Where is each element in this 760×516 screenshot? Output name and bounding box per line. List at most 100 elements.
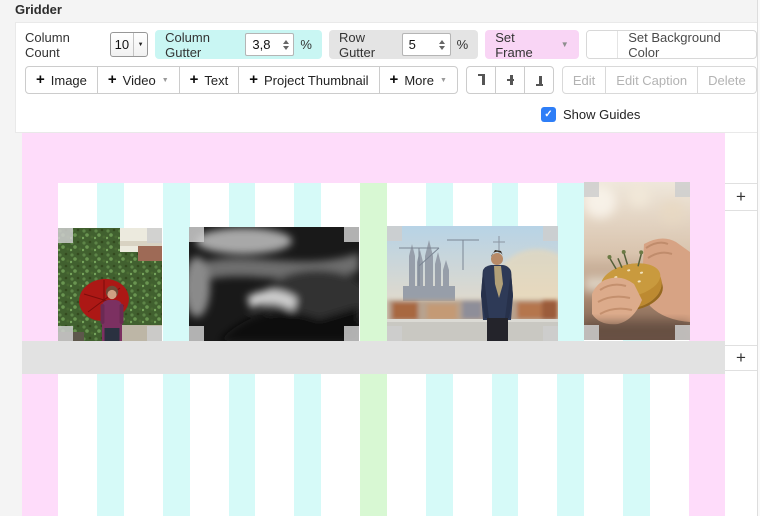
canvas[interactable] <box>22 133 725 516</box>
resize-handle-bl[interactable] <box>58 326 73 341</box>
resize-handle-tl[interactable] <box>189 227 204 242</box>
resize-handle-bl[interactable] <box>189 326 204 341</box>
grid-image-hands-burger[interactable] <box>584 182 690 340</box>
check-icon: ✓ <box>544 109 552 120</box>
add-project-thumbnail-button[interactable]: + Project Thumbnail <box>238 66 379 94</box>
chevron-down-icon: ▼ <box>133 33 147 56</box>
resize-handle-tr[interactable] <box>543 226 558 241</box>
resize-handle-br[interactable] <box>675 325 690 340</box>
add-text-button[interactable]: + Text <box>179 66 240 94</box>
resize-handle-tl[interactable] <box>58 228 73 243</box>
plus-icon: + <box>390 72 399 87</box>
grid-gutter-guide <box>97 374 124 516</box>
add-content-button-group: + Image + Video ▼ + Text + Project Thumb… <box>25 66 458 94</box>
resize-handle-tl[interactable] <box>584 182 599 197</box>
column-gutter-group: Column Gutter % <box>155 30 322 59</box>
add-row-button-2[interactable]: + <box>725 345 757 371</box>
resize-handle-bl[interactable] <box>387 326 402 341</box>
toolbar: Column Count 10 ▼ Column Gutter % Row Gu… <box>15 22 757 133</box>
grid-gutter-guide <box>360 183 387 341</box>
delete-button[interactable]: Delete <box>697 66 757 94</box>
grid-image-car-interior[interactable] <box>189 227 359 341</box>
grid-column-guide <box>321 374 360 516</box>
add-image-label: Image <box>51 73 87 88</box>
row-gutter-input[interactable] <box>402 33 451 56</box>
stepper-down-icon[interactable] <box>283 46 289 50</box>
column-gutter-label: Column Gutter <box>165 30 239 60</box>
column-gutter-field[interactable] <box>246 37 280 52</box>
plus-icon: + <box>736 348 746 368</box>
plus-icon: + <box>249 72 258 87</box>
row-gutter-group: Row Gutter % <box>329 30 478 59</box>
add-project-thumbnail-label: Project Thumbnail <box>264 73 369 88</box>
row-gutter-unit: % <box>457 37 469 52</box>
vertical-align-middle-icon <box>506 73 514 87</box>
resize-handle-br[interactable] <box>147 326 162 341</box>
grid-column-guide <box>584 374 623 516</box>
plus-icon: + <box>190 72 199 87</box>
row-gutter-stepper[interactable] <box>437 34 448 55</box>
edit-button[interactable]: Edit <box>562 66 606 94</box>
row-gutter-field[interactable] <box>403 37 437 52</box>
vertical-align-bottom-button[interactable] <box>524 66 554 94</box>
grid-gutter-guide <box>557 183 584 341</box>
edit-caption-label: Edit Caption <box>616 73 687 88</box>
plus-icon: + <box>736 187 746 207</box>
page-title: Gridder <box>15 2 62 17</box>
grid-row-2-guides <box>22 374 725 516</box>
edit-button-group: Edit Edit Caption Delete <box>562 66 757 94</box>
canvas-right-rail: + + <box>725 133 757 516</box>
resize-handle-br[interactable] <box>344 326 359 341</box>
grid-gutter-guide <box>163 183 190 341</box>
photo-hands-burger <box>584 182 690 340</box>
add-video-button[interactable]: + Video ▼ <box>97 66 180 94</box>
resize-handle-tr[interactable] <box>344 227 359 242</box>
chevron-down-icon: ▼ <box>561 40 569 49</box>
row-gutter-strip[interactable] <box>22 341 725 374</box>
photo-man-rooftop <box>387 226 558 341</box>
edit-caption-button[interactable]: Edit Caption <box>605 66 698 94</box>
show-guides-control: ✓ Show Guides <box>541 107 640 122</box>
show-guides-checkbox[interactable]: ✓ <box>541 107 556 122</box>
row-gutter-label: Row Gutter <box>339 30 396 60</box>
resize-handle-tl[interactable] <box>387 226 402 241</box>
stepper-down-icon[interactable] <box>439 46 445 50</box>
column-gutter-stepper[interactable] <box>280 34 291 55</box>
grid-column-guide <box>124 374 163 516</box>
add-image-button[interactable]: + Image <box>25 66 98 94</box>
vertical-align-middle-button[interactable] <box>495 66 525 94</box>
vertical-align-top-button[interactable] <box>466 66 496 94</box>
resize-handle-tr[interactable] <box>147 228 162 243</box>
photo-woman-red-umbrella <box>58 228 162 341</box>
add-text-label: Text <box>204 73 228 88</box>
add-row-button-1[interactable]: + <box>725 183 757 211</box>
add-more-label: More <box>404 73 434 88</box>
grid-image-woman-red-umbrella[interactable] <box>58 228 162 341</box>
set-background-color-button[interactable]: Set Background Color <box>586 30 757 59</box>
grid-gutter-guide <box>557 374 584 516</box>
toolbar-row-grid-settings: Column Count 10 ▼ Column Gutter % Row Gu… <box>25 30 757 59</box>
set-frame-button[interactable]: Set Frame ▼ <box>485 30 578 59</box>
chevron-down-icon: ▼ <box>440 77 447 84</box>
set-background-color-label: Set Background Color <box>618 31 756 58</box>
column-count-select[interactable]: 10 ▼ <box>110 32 148 57</box>
add-more-button[interactable]: + More ▼ <box>379 66 458 94</box>
grid-column-guide <box>387 374 426 516</box>
resize-handle-tr[interactable] <box>675 182 690 197</box>
edit-label: Edit <box>573 73 595 88</box>
column-gutter-input[interactable] <box>245 33 294 56</box>
background-color-swatch[interactable] <box>587 31 619 58</box>
grid-image-man-rooftop[interactable] <box>387 226 558 341</box>
add-video-label: Video <box>123 73 156 88</box>
plus-icon: + <box>36 72 45 87</box>
grid-gutter-guide <box>229 374 256 516</box>
resize-handle-bl[interactable] <box>584 325 599 340</box>
resize-handle-br[interactable] <box>543 326 558 341</box>
show-guides-label: Show Guides <box>563 107 640 122</box>
vertical-align-top-icon <box>477 73 485 87</box>
stepper-up-icon[interactable] <box>283 40 289 44</box>
toolbar-row-content: + Image + Video ▼ + Text + Project Thumb… <box>25 66 757 94</box>
stepper-up-icon[interactable] <box>439 40 445 44</box>
grid-column-guide <box>58 374 97 516</box>
grid-gutter-guide <box>623 374 650 516</box>
